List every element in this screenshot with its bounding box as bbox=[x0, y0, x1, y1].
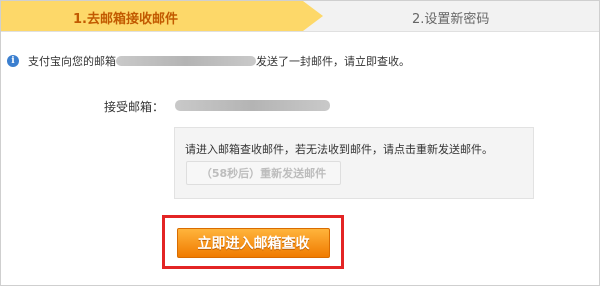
resend-email-button[interactable]: （58秒后）重新发送邮件 bbox=[186, 161, 341, 185]
step-1-label: 1.去邮箱接收邮件 bbox=[73, 12, 178, 27]
redacted-receive-email bbox=[175, 100, 330, 111]
info-suffix: 发送了一封邮件，请立即查收。 bbox=[256, 55, 410, 68]
step-progress-bar: 1.去邮箱接收邮件 2.设置新密码 bbox=[1, 1, 599, 32]
notice-text: 请进入邮箱查收邮件，若无法收到邮件，请点击重新发送邮件。 bbox=[185, 143, 493, 156]
step-2-label: 2.设置新密码 bbox=[412, 12, 490, 27]
info-icon: i bbox=[7, 55, 19, 67]
info-message: i 支付宝向您的邮箱 发送了一封邮件，请立即查收。 bbox=[7, 53, 410, 69]
notice-box: 请进入邮箱查收邮件，若无法收到邮件，请点击重新发送邮件。 （58秒后）重新发送邮… bbox=[174, 127, 534, 199]
open-mailbox-button[interactable]: 立即进入邮箱查收 bbox=[177, 228, 330, 258]
info-prefix: 支付宝向您的邮箱 bbox=[28, 55, 116, 68]
receive-email-label: 接受邮箱： bbox=[104, 100, 165, 114]
redacted-email bbox=[116, 56, 256, 66]
